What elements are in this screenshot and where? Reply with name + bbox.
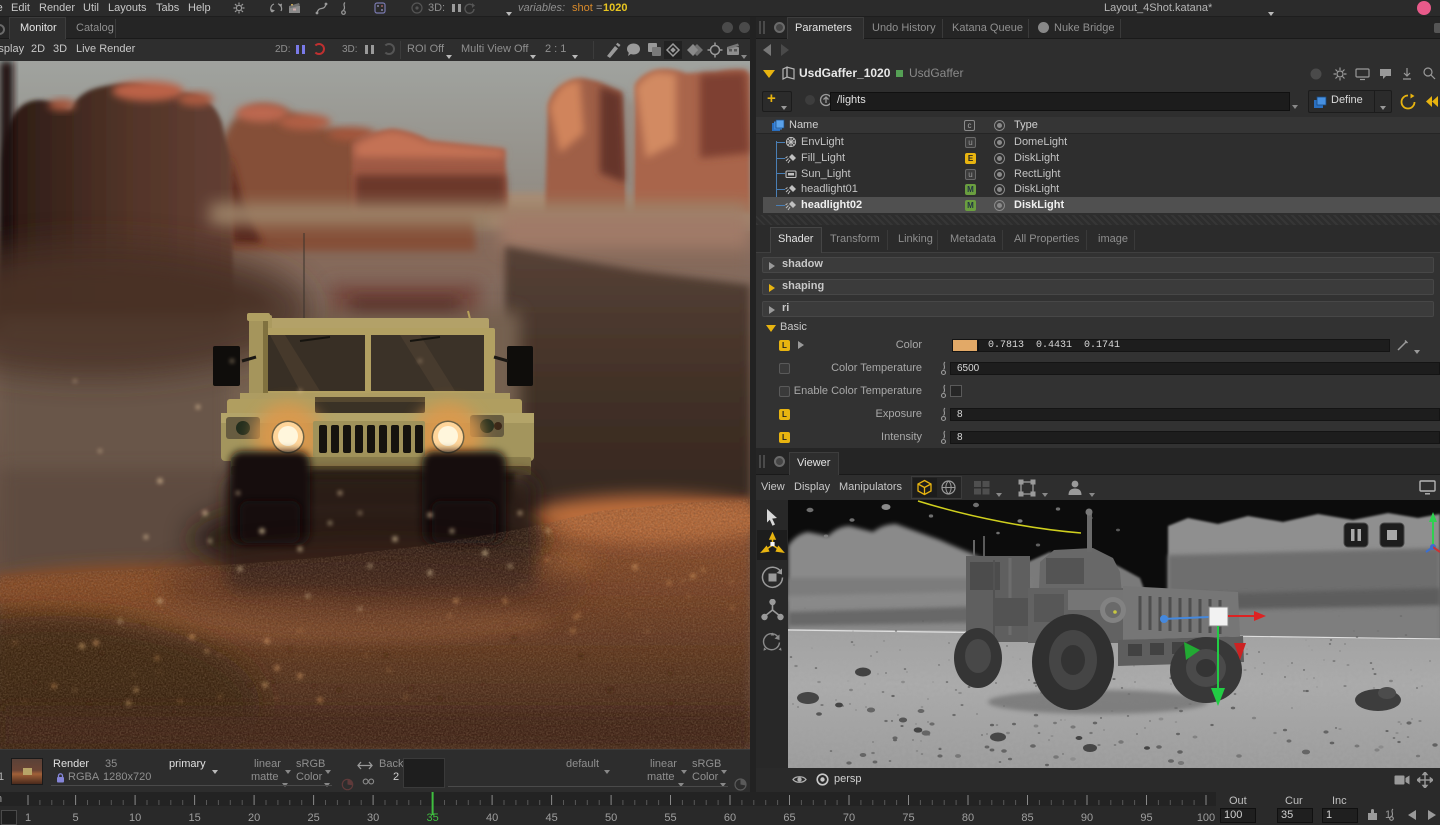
svg-text:15: 15 xyxy=(188,812,200,824)
svg-text:60: 60 xyxy=(724,812,736,824)
svg-text:80: 80 xyxy=(962,812,974,824)
svg-text:55: 55 xyxy=(664,812,676,824)
svg-text:100: 100 xyxy=(1197,812,1215,824)
svg-text:90: 90 xyxy=(1081,812,1093,824)
svg-text:10: 10 xyxy=(129,812,141,824)
svg-text:85: 85 xyxy=(1021,812,1033,824)
svg-text:20: 20 xyxy=(248,812,260,824)
svg-text:30: 30 xyxy=(367,812,379,824)
svg-text:70: 70 xyxy=(843,812,855,824)
svg-text:95: 95 xyxy=(1140,812,1152,824)
svg-text:50: 50 xyxy=(605,812,617,824)
svg-text:45: 45 xyxy=(545,812,557,824)
svg-text:75: 75 xyxy=(902,812,914,824)
svg-text:1: 1 xyxy=(25,812,31,824)
svg-text:5: 5 xyxy=(73,812,79,824)
svg-text:40: 40 xyxy=(486,812,498,824)
svg-text:25: 25 xyxy=(307,812,319,824)
svg-text:65: 65 xyxy=(783,812,795,824)
svg-text:35: 35 xyxy=(426,812,438,824)
